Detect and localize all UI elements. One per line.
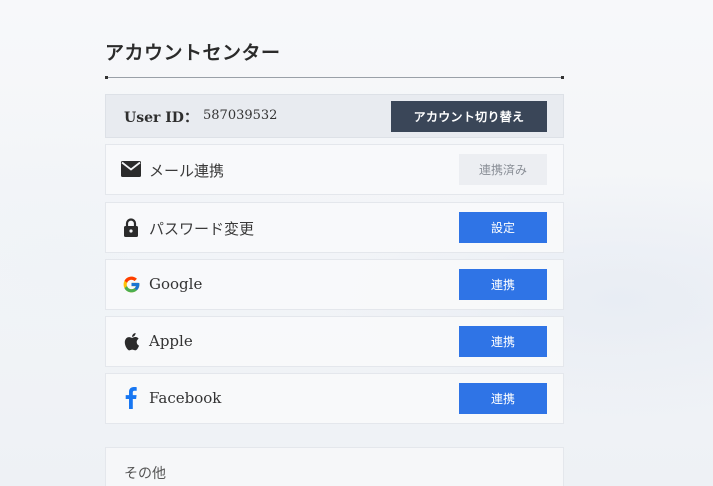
row-label-apple: Apple	[149, 332, 193, 350]
user-id-value: 587039532	[203, 108, 278, 123]
mail-icon	[121, 159, 141, 179]
row-apple: Apple 連携	[105, 316, 564, 367]
row-label-mail: メール連携	[149, 162, 225, 180]
google-link-button[interactable]: 連携	[459, 269, 547, 300]
user-id-bar: User ID： 587039532 アカウント切り替え	[105, 94, 564, 138]
other-section[interactable]: その他	[105, 447, 564, 486]
row-google: Google 連携	[105, 259, 564, 310]
row-label-facebook: Facebook	[149, 389, 222, 407]
mail-linked-button[interactable]: 連携済み	[459, 154, 547, 185]
google-icon	[121, 274, 141, 294]
password-set-button[interactable]: 設定	[459, 212, 547, 243]
other-section-label: その他	[124, 466, 166, 482]
user-id-label: User ID：	[124, 110, 198, 126]
row-facebook: Facebook 連携	[105, 373, 564, 424]
page-title: アカウントセンター	[105, 42, 281, 64]
row-mail: メール連携 連携済み	[105, 144, 564, 195]
row-password: パスワード変更 設定	[105, 202, 564, 253]
apple-link-button[interactable]: 連携	[459, 326, 547, 357]
row-label-google: Google	[149, 275, 203, 293]
switch-account-button[interactable]: アカウント切り替え	[391, 101, 547, 132]
apple-icon	[121, 331, 141, 351]
facebook-link-button[interactable]: 連携	[459, 383, 547, 414]
facebook-icon	[121, 387, 141, 409]
title-divider	[105, 76, 564, 79]
lock-icon	[121, 217, 141, 237]
row-label-password: パスワード変更	[149, 220, 255, 238]
